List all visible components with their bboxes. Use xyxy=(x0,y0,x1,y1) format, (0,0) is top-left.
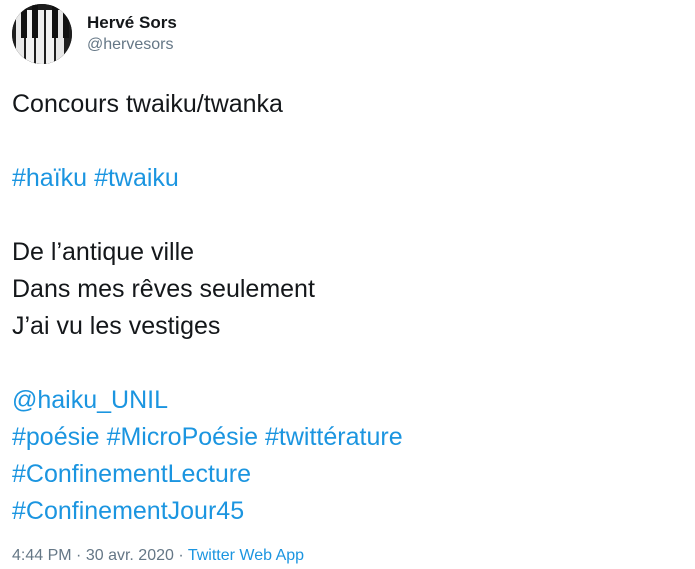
tweet-line: Concours twaiku/twanka xyxy=(12,86,682,123)
tweet-line: Dans mes rêves seulement xyxy=(12,271,682,308)
tweet-line: #poésie #MicroPoésie #twittérature xyxy=(12,419,682,456)
tweet-text-segment: J’ai vu les vestiges xyxy=(12,312,221,340)
tweet-time[interactable]: 4:44 PM xyxy=(12,547,72,564)
meta-separator: · xyxy=(76,547,82,564)
author-names: Hervé Sors @hervesors xyxy=(87,12,177,56)
tweet-text: Concours twaiku/twanka #haïku #twaiku De l’… xyxy=(12,86,682,530)
hashtag-link[interactable]: #poésie xyxy=(12,423,100,451)
piano-keys-icon xyxy=(12,4,72,64)
tweet-text-segment: Concours twaiku/twanka xyxy=(12,90,283,118)
author-handle[interactable]: @hervesors xyxy=(87,34,177,56)
author-display-name[interactable]: Hervé Sors xyxy=(87,12,177,34)
tweet-line: #haïku #twaiku xyxy=(12,160,682,197)
tweet-line: #ConfinementJour45 xyxy=(12,493,682,530)
tweet-source-app[interactable]: Twitter Web App xyxy=(188,547,304,564)
hashtag-link[interactable]: #haïku xyxy=(12,164,87,192)
tweet-date[interactable]: 30 avr. 2020 xyxy=(86,547,174,564)
hashtag-link[interactable]: #twittérature xyxy=(265,423,403,451)
hashtag-link[interactable]: #twaiku xyxy=(94,164,179,192)
tweet-line: De l’antique ville xyxy=(12,234,682,271)
tweet-text-segment: De l’antique ville xyxy=(12,238,195,266)
hashtag-link[interactable]: #ConfinementLecture xyxy=(12,460,251,488)
tweet-line: #ConfinementLecture xyxy=(12,456,682,493)
tweet-line: @haiku_UNIL xyxy=(12,382,682,419)
tweet: Hervé Sors @hervesors Concours twaiku/tw… xyxy=(0,0,695,569)
tweet-line: J’ai vu les vestiges xyxy=(12,308,682,345)
hashtag-link[interactable]: #MicroPoésie xyxy=(107,423,258,451)
tweet-meta: 4:44 PM · 30 avr. 2020 · Twitter Web App xyxy=(12,544,304,568)
avatar[interactable] xyxy=(12,4,72,64)
tweet-header: Hervé Sors @hervesors xyxy=(12,4,177,64)
hashtag-link[interactable]: #ConfinementJour45 xyxy=(12,497,244,525)
meta-separator: · xyxy=(178,547,184,564)
tweet-text-segment: Dans mes rêves seulement xyxy=(12,275,315,303)
mention-link[interactable]: @haiku_UNIL xyxy=(12,386,168,414)
